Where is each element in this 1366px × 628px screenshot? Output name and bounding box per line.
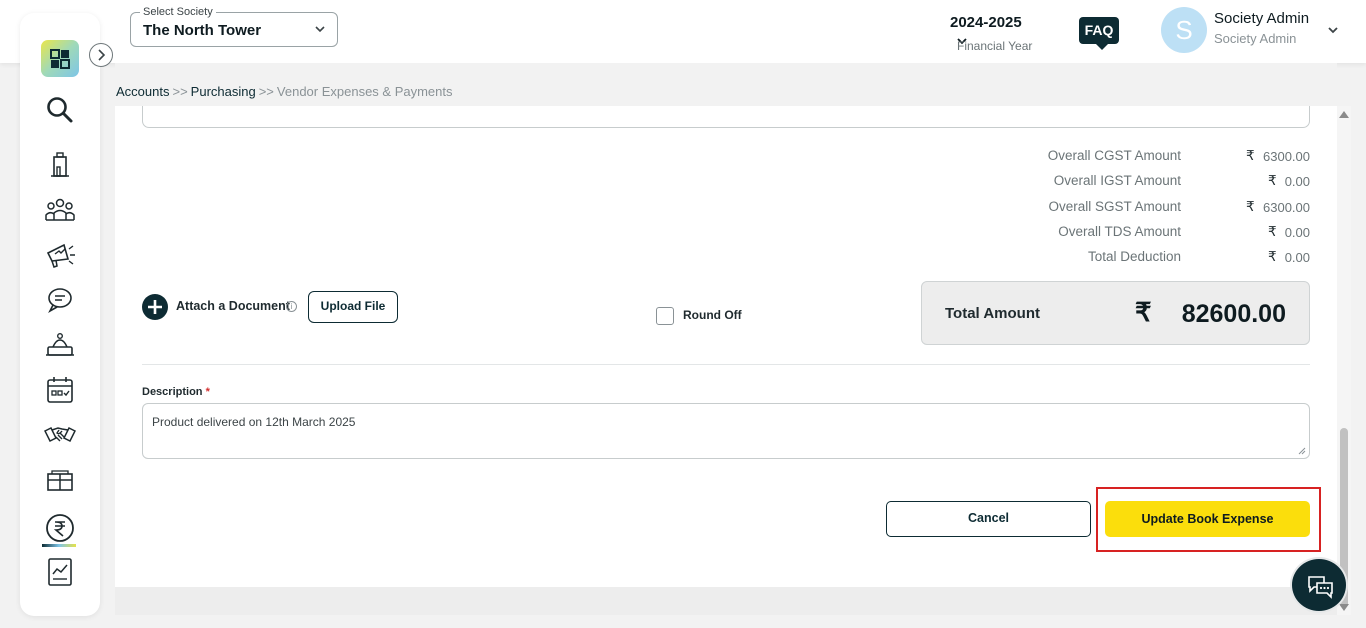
members-icon[interactable] xyxy=(44,194,76,226)
calendar-icon[interactable] xyxy=(44,374,76,406)
igst-amount: 0.00 xyxy=(1284,174,1310,189)
upload-file-button[interactable]: Upload File xyxy=(308,291,398,323)
sgst-amount: 6300.00 xyxy=(1263,200,1310,215)
handshake-icon[interactable] xyxy=(44,419,76,451)
chat-icon[interactable] xyxy=(44,284,76,316)
description-label: Description * xyxy=(142,386,210,398)
total-deduction-row: Total Deduction ₹ 0.00 xyxy=(1000,249,1310,269)
breadcrumb-separator: >> xyxy=(258,84,274,99)
cgst-amount: 6300.00 xyxy=(1263,149,1310,164)
society-select[interactable]: Select Society The North Tower xyxy=(130,6,338,47)
sidebar xyxy=(20,13,113,616)
chevron-right-icon xyxy=(98,49,106,61)
financial-year-selector[interactable]: 2024-2025 Financial Year xyxy=(950,14,1044,53)
support-chat-button[interactable] xyxy=(1290,557,1348,613)
reports-icon[interactable] xyxy=(44,556,76,588)
tds-amount: 0.00 xyxy=(1284,225,1310,240)
total-amount-value: 82600.00 xyxy=(1181,300,1286,328)
description-textarea[interactable]: Product delivered on 12th March 2025 xyxy=(142,403,1310,459)
service-bell-icon[interactable] xyxy=(44,329,76,361)
round-off-checkbox[interactable] xyxy=(656,307,674,325)
cgst-row: Overall CGST Amount ₹ 6300.00 xyxy=(1000,148,1310,168)
vertical-scrollbar[interactable] xyxy=(1337,106,1351,615)
cancel-button[interactable]: Cancel xyxy=(886,501,1091,537)
description-label-text: Description xyxy=(142,386,203,398)
highlight-annotation-box xyxy=(1096,487,1321,552)
top-header: Select Society The North Tower 2024-2025… xyxy=(0,0,1366,63)
announcement-icon[interactable] xyxy=(44,239,76,271)
financial-year-caption: Financial Year xyxy=(957,39,1033,53)
total-amount-label: Total Amount xyxy=(945,305,1040,322)
tds-row: Overall TDS Amount ₹ 0.00 xyxy=(1000,224,1310,244)
avatar[interactable]: S xyxy=(1161,7,1207,53)
igst-label: Overall IGST Amount xyxy=(1053,173,1181,188)
card-footer-gap xyxy=(115,587,1337,615)
faq-button[interactable]: FAQ xyxy=(1079,17,1119,50)
total-amount-box: Total Amount ₹ 82600.00 xyxy=(921,281,1310,345)
rupee-symbol: ₹ xyxy=(1268,173,1277,188)
rupee-icon[interactable] xyxy=(44,512,76,544)
user-role: Society Admin xyxy=(1214,31,1297,46)
rupee-symbol: ₹ xyxy=(1268,224,1277,239)
scroll-up-arrow-icon[interactable] xyxy=(1339,111,1349,118)
user-menu-chevron-icon[interactable] xyxy=(1326,23,1340,37)
breadcrumb-accounts[interactable]: Accounts xyxy=(116,84,169,99)
total-deduction-label: Total Deduction xyxy=(1087,249,1181,264)
society-select-value: The North Tower xyxy=(143,22,262,39)
collapse-sidebar-button[interactable] xyxy=(89,43,113,67)
rupee-symbol: ₹ xyxy=(1246,199,1255,214)
required-mark: * xyxy=(205,386,210,398)
igst-row: Overall IGST Amount ₹ 0.00 xyxy=(1000,173,1310,193)
user-name: Society Admin xyxy=(1214,10,1310,27)
app-logo[interactable] xyxy=(41,40,79,77)
scroll-down-arrow-icon[interactable] xyxy=(1339,604,1349,611)
rupee-symbol: ₹ xyxy=(1246,148,1255,163)
section-divider xyxy=(142,364,1310,365)
active-nav-indicator xyxy=(42,544,76,547)
financial-year-value: 2024-2025 xyxy=(950,14,1022,31)
resize-grip-icon[interactable] xyxy=(1298,447,1306,455)
description-value: Product delivered on 12th March 2025 xyxy=(152,415,356,429)
chevron-down-icon xyxy=(315,26,325,33)
breadcrumb-separator: >> xyxy=(172,84,188,99)
attach-document-label: Attach a Document xyxy=(176,299,290,313)
search-icon[interactable] xyxy=(44,94,76,126)
chat-bubbles-icon xyxy=(1308,576,1333,599)
rupee-symbol: ₹ xyxy=(1268,249,1277,264)
sgst-row: Overall SGST Amount ₹ 6300.00 xyxy=(1000,199,1310,219)
plus-icon xyxy=(148,300,162,314)
breadcrumb-current: Vendor Expenses & Payments xyxy=(276,84,453,99)
cgst-label: Overall CGST Amount xyxy=(1047,148,1181,163)
sgst-label: Overall SGST Amount xyxy=(1048,199,1181,214)
breadcrumb-purchasing[interactable]: Purchasing xyxy=(191,84,256,99)
attach-document-button[interactable] xyxy=(142,294,168,320)
breadcrumb: Accounts >> Purchasing >> Vendor Expenses & … xyxy=(116,84,453,99)
society-select-label: Select Society xyxy=(140,6,216,18)
total-deduction-amount: 0.00 xyxy=(1284,250,1310,265)
rupee-symbol: ₹ xyxy=(1135,297,1152,327)
amenities-icon[interactable] xyxy=(44,464,76,496)
info-icon[interactable]: i xyxy=(286,301,297,312)
building-icon[interactable] xyxy=(44,149,76,181)
round-off-label: Round Off xyxy=(683,308,742,322)
tds-label: Overall TDS Amount xyxy=(1058,224,1181,239)
